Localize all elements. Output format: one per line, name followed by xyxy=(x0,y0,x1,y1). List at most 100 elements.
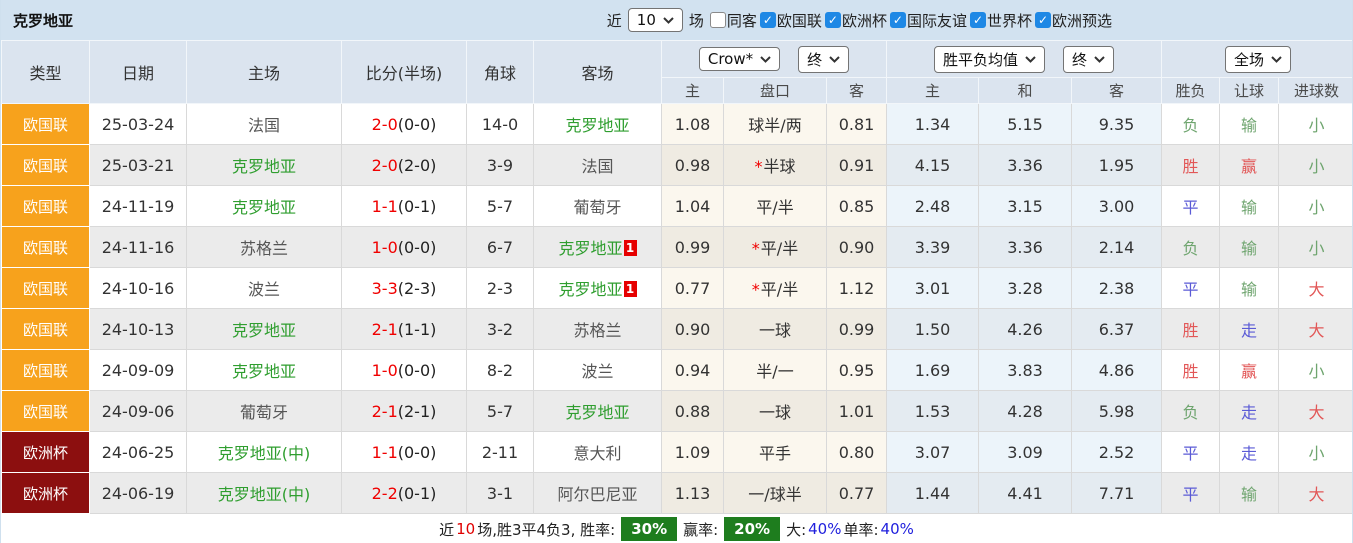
recent-label: 近 xyxy=(607,10,622,31)
period-select[interactable]: 全场 xyxy=(1225,46,1291,73)
result-goals: 大 xyxy=(1279,391,1353,432)
corner-cell: 14-0 xyxy=(467,104,534,145)
result-goals-value: 大 xyxy=(1309,280,1325,299)
halftime-score: (0-1) xyxy=(398,197,437,216)
result-goals: 小 xyxy=(1279,432,1353,473)
avg-win: 3.01 xyxy=(887,268,979,309)
result-group-header: 全场 xyxy=(1162,41,1353,78)
avg-lose: 2.52 xyxy=(1072,432,1162,473)
avg-draw: 3.36 xyxy=(979,227,1072,268)
team-name: 葡萄牙 xyxy=(240,403,288,422)
chevron-down-icon xyxy=(663,17,674,24)
result-goals: 大 xyxy=(1279,268,1353,309)
result-goals-value: 小 xyxy=(1309,116,1325,135)
recent-count-value: 10 xyxy=(637,11,656,29)
filter-欧洲预选: ✓欧洲预选 xyxy=(1035,10,1112,31)
result-goals-value: 大 xyxy=(1309,403,1325,422)
result-outcome-value: 胜 xyxy=(1183,321,1199,340)
chevron-down-icon xyxy=(1025,56,1036,63)
corner-cell: 5-7 xyxy=(467,186,534,227)
competition-filter-checkboxes: 同客✓欧国联✓欧洲杯✓国际友谊✓世界杯✓欧洲预选 xyxy=(710,10,1112,31)
col-header-away: 客场 xyxy=(534,41,662,104)
filter-label: 欧洲预选 xyxy=(1052,10,1112,31)
filter-controls: 近 10 场 同客✓欧国联✓欧洲杯✓国际友谊✓世界杯✓欧洲预选 xyxy=(607,8,1112,32)
result-outcome: 胜 xyxy=(1162,309,1220,350)
match-date: 24-10-13 xyxy=(90,309,187,350)
col-header-corner: 角球 xyxy=(467,41,534,104)
corner-cell: 5-7 xyxy=(467,391,534,432)
summary-text: 10 xyxy=(456,520,475,538)
halftime-score: (2-3) xyxy=(398,279,437,298)
checkbox-checked-icon[interactable]: ✓ xyxy=(1035,12,1051,28)
match-date: 24-06-25 xyxy=(90,432,187,473)
away-team-cell: 波兰 xyxy=(534,350,662,391)
away-team-cell: 克罗地亚1 xyxy=(534,268,662,309)
match-type: 欧国联 xyxy=(2,227,90,268)
team-name: 法国 xyxy=(581,157,613,176)
halftime-score: (1-1) xyxy=(398,320,437,339)
match-type: 欧国联 xyxy=(2,268,90,309)
match-history-panel: 克罗地亚 近 10 场 同客✓欧国联✓欧洲杯✓国际友谊✓世界杯✓欧洲预选 类型 … xyxy=(0,0,1353,543)
sub-header-handicap: 盘口 xyxy=(724,78,827,104)
score-cell: 1-0(0-0) xyxy=(342,227,467,268)
corner-cell: 3-9 xyxy=(467,145,534,186)
fulltime-score: 3-3 xyxy=(372,279,398,298)
fulltime-score: 1-1 xyxy=(372,197,398,216)
checkbox-checked-icon[interactable]: ✓ xyxy=(825,12,841,28)
away-team-cell: 葡萄牙 xyxy=(534,186,662,227)
recent-count-select[interactable]: 10 xyxy=(628,8,683,32)
match-type: 欧国联 xyxy=(2,350,90,391)
summary-text: 场,胜3平4负3, 胜率: xyxy=(477,519,615,540)
checkbox-unchecked-icon[interactable] xyxy=(710,12,726,28)
handicap-text: 平/半 xyxy=(761,239,798,258)
score-cell: 1-1(0-0) xyxy=(342,432,467,473)
avg-type-select[interactable]: 胜平负均值 xyxy=(934,46,1045,73)
team-name: 克罗地亚 xyxy=(232,198,296,217)
checkbox-checked-icon[interactable]: ✓ xyxy=(890,12,906,28)
match-type: 欧洲杯 xyxy=(2,473,90,514)
result-goals: 小 xyxy=(1279,186,1353,227)
result-handicap-value: 输 xyxy=(1241,280,1257,299)
bookmaker-select[interactable]: Crow* xyxy=(699,47,780,71)
corner-cell: 3-2 xyxy=(467,309,534,350)
avg-lose: 7.71 xyxy=(1072,473,1162,514)
col-header-score: 比分(半场) xyxy=(342,41,467,104)
odds-away: 0.99 xyxy=(827,309,887,350)
handicap-text: 一球 xyxy=(759,321,791,340)
team-name: 波兰 xyxy=(581,362,613,381)
changed-handicap-marker: * xyxy=(754,157,762,176)
sub-header-handicap-result: 让球 xyxy=(1220,78,1279,104)
result-handicap: 输 xyxy=(1220,227,1279,268)
home-team-cell: 克罗地亚(中) xyxy=(187,432,342,473)
home-team-cell: 克罗地亚 xyxy=(187,186,342,227)
result-outcome: 平 xyxy=(1162,186,1220,227)
result-goals: 大 xyxy=(1279,309,1353,350)
odds-home: 0.90 xyxy=(662,309,724,350)
col-header-home: 主场 xyxy=(187,41,342,104)
team-name: 苏格兰 xyxy=(240,239,288,258)
handicap-cell: 一球 xyxy=(724,391,827,432)
home-team-cell: 克罗地亚 xyxy=(187,145,342,186)
result-handicap-value: 输 xyxy=(1241,116,1257,135)
avg-draw: 3.36 xyxy=(979,145,1072,186)
checkbox-checked-icon[interactable]: ✓ xyxy=(760,12,776,28)
match-table: 类型 日期 主场 比分(半场) 角球 客场 Crow* 终 xyxy=(1,40,1353,514)
odds-away: 0.95 xyxy=(827,350,887,391)
summary-text: 赢率: xyxy=(683,519,718,540)
away-team-cell: 克罗地亚1 xyxy=(534,227,662,268)
avg-time-select[interactable]: 终 xyxy=(1063,46,1114,73)
games-label: 场 xyxy=(689,10,704,31)
bookmaker-select-value: Crow* xyxy=(708,50,753,68)
score-cell: 2-0(2-0) xyxy=(342,145,467,186)
match-row: 欧国联24-11-19克罗地亚1-1(0-1)5-7葡萄牙1.04平/半0.85… xyxy=(2,186,1353,227)
result-outcome: 负 xyxy=(1162,227,1220,268)
rate-badge: 20% xyxy=(724,517,780,541)
chevron-down-icon xyxy=(760,56,771,63)
result-outcome: 胜 xyxy=(1162,350,1220,391)
odds-time-select[interactable]: 终 xyxy=(798,46,849,73)
odds-home: 1.13 xyxy=(662,473,724,514)
checkbox-checked-icon[interactable]: ✓ xyxy=(970,12,986,28)
filter-欧国联: ✓欧国联 xyxy=(760,10,822,31)
result-outcome: 平 xyxy=(1162,432,1220,473)
sub-header-odds-away: 客 xyxy=(827,78,887,104)
